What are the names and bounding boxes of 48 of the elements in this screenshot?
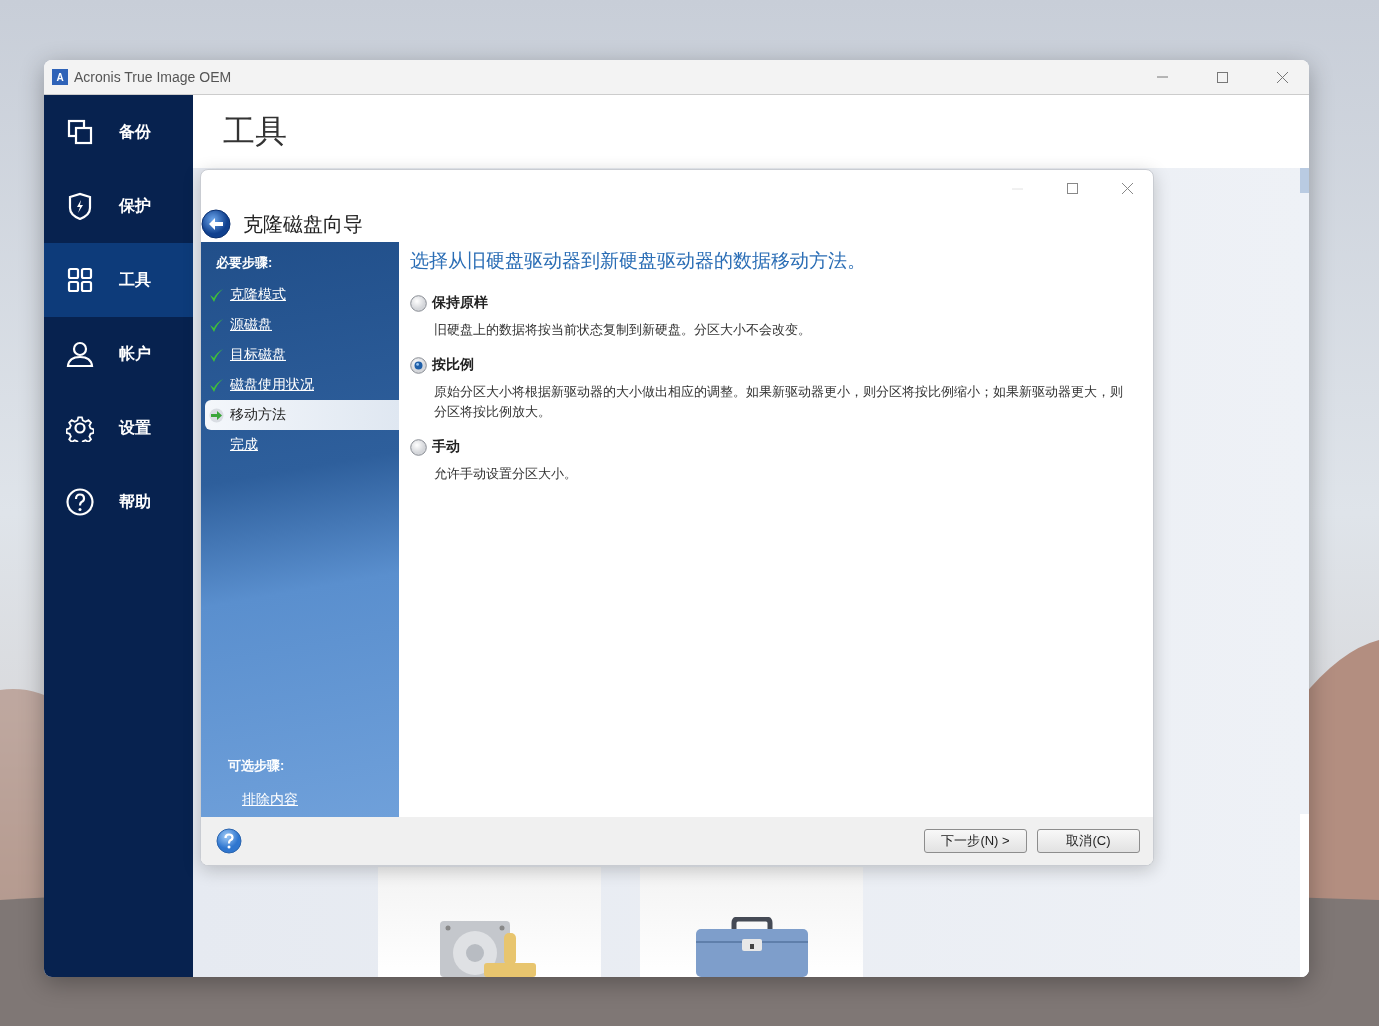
back-button[interactable] — [201, 209, 231, 239]
radio-option[interactable]: 保持原样 — [410, 292, 1143, 314]
sidebar-item[interactable]: 帐户 — [44, 317, 193, 391]
app-logo-icon: A — [52, 69, 68, 85]
step-link[interactable]: 完成 — [230, 436, 258, 454]
step-link[interactable]: 目标磁盘 — [230, 346, 286, 364]
step-link[interactable]: 克隆模式 — [230, 286, 286, 304]
arrow-icon — [209, 407, 224, 423]
step-link[interactable]: 源磁盘 — [230, 316, 272, 334]
copies-icon — [66, 118, 94, 146]
close-icon — [1122, 182, 1133, 194]
grid-icon — [66, 266, 94, 294]
step-label: 移动方法 — [230, 406, 286, 424]
section-heading: 可选步骤: — [227, 757, 286, 775]
sidebar-item[interactable]: 工具 — [44, 243, 193, 317]
shield-icon — [66, 192, 94, 220]
section-heading: 必要步骤: — [215, 254, 274, 272]
maximize-icon — [1216, 71, 1228, 83]
radio-button[interactable] — [410, 294, 427, 312]
close-icon — [1276, 71, 1288, 83]
radio-button[interactable] — [410, 438, 427, 456]
sidebar-item[interactable]: 备份 — [44, 95, 193, 169]
step-link[interactable]: 磁盘使用状况 — [230, 376, 314, 394]
sidebar-item[interactable]: 帮助 — [44, 465, 193, 539]
option-description: 旧硬盘上的数据将按当前状态复制到新硬盘。分区大小不会改变。 — [433, 321, 812, 339]
option-description: 允许手动设置分区大小。 — [433, 465, 578, 483]
toolbox-icon — [695, 917, 808, 977]
settings-icon — [66, 414, 94, 442]
help-button[interactable] — [216, 828, 242, 854]
dialog-title: 克隆磁盘向导 — [243, 211, 363, 237]
sidebar-item[interactable]: 保护 — [44, 169, 193, 243]
sidebar-item[interactable]: 设置 — [44, 391, 193, 465]
tool-card[interactable] — [378, 867, 601, 977]
maximize-icon — [1067, 182, 1078, 194]
user-icon — [66, 340, 94, 368]
current-step[interactable]: 移动方法 — [205, 400, 399, 430]
cancel-button[interactable]: 取消(C) — [1037, 829, 1140, 853]
window-title: Acronis True Image OEM — [74, 69, 232, 85]
scrollbar[interactable] — [1300, 168, 1309, 977]
option-description: 原始分区大小将根据新驱动器的大小做出相应的调整。如果新驱动器更小，则分区将按比例缩小；如果新驱动器更大，则分区将按比例放大。 — [433, 383, 1124, 421]
radio-option[interactable]: 手动 — [410, 436, 1143, 458]
next-button[interactable]: 下一步(N) > — [924, 829, 1027, 853]
instruction-text: 选择从旧硬盘驱动器到新硬盘驱动器的数据移动方法。 — [410, 249, 867, 273]
page-title: 工具 — [223, 110, 287, 152]
help-icon — [66, 488, 94, 516]
radio-button[interactable] — [410, 356, 427, 374]
radio-option[interactable]: 按比例 — [410, 354, 1143, 376]
tool-card[interactable] — [640, 867, 863, 977]
